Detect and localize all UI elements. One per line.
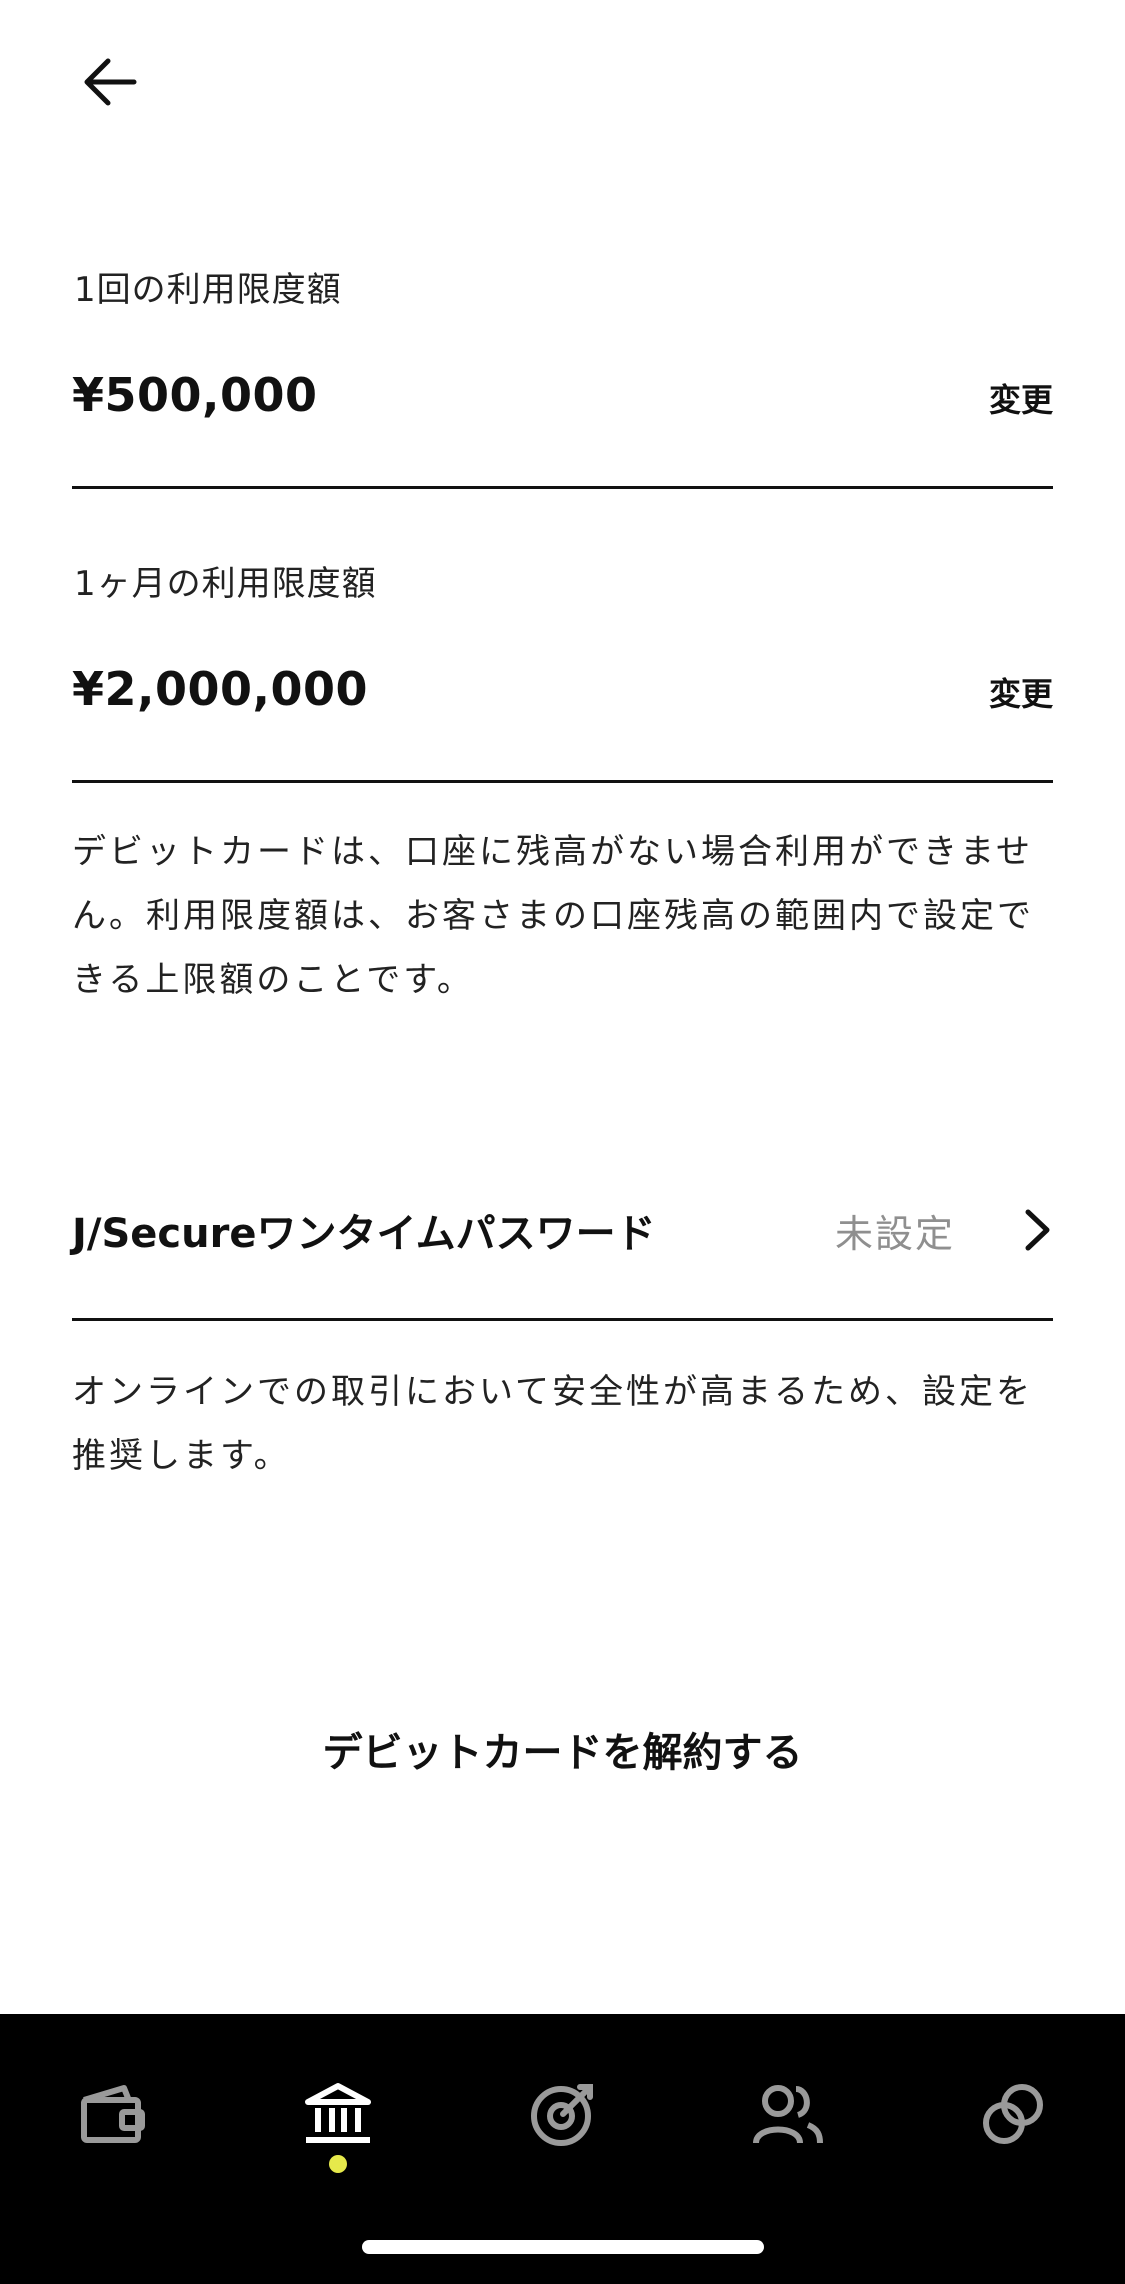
jsecure-otp-title: J/Secureワンタイムパスワード [72, 1211, 656, 1257]
bank-icon [305, 2083, 371, 2143]
divider [72, 1318, 1053, 1321]
per-use-limit-label: 1回の利用限度額 [74, 270, 342, 310]
per-use-change-button[interactable]: 変更 [989, 375, 1053, 421]
back-button[interactable] [72, 44, 148, 120]
tab-goals[interactable] [515, 2066, 611, 2162]
jsecure-otp-status: 未設定 [834, 1211, 955, 1256]
limit-note: デビットカードは、口座に残高がない場合利用ができません。利用限度額は、お客さまの… [72, 832, 1034, 1000]
wallet-icon [81, 2085, 145, 2143]
link-icon [983, 2084, 1043, 2144]
per-month-limit-amount: ¥2,000,000 [72, 662, 369, 716]
home-indicator[interactable] [362, 2240, 764, 2254]
jsecure-note: オンラインでの取引において安全性が高まるため、設定を推奨します。 [72, 1372, 1033, 1476]
active-tab-indicator [329, 2155, 347, 2173]
divider [72, 486, 1053, 489]
people-icon [753, 2085, 823, 2144]
tab-people[interactable] [740, 2066, 836, 2162]
jsecure-otp-row[interactable]: J/Secureワンタイムパスワード 未設定 [72, 1180, 1053, 1280]
tab-wallet[interactable] [65, 2066, 161, 2162]
arrow-left-icon [84, 58, 137, 106]
chevron-right-icon [1013, 1200, 1053, 1260]
per-use-limit-amount: ¥500,000 [72, 368, 318, 422]
cancel-debit-card-button[interactable]: デビットカードを解約する [0, 1720, 1125, 1778]
tab-link[interactable] [965, 2066, 1061, 2162]
tab-bank[interactable] [290, 2066, 386, 2162]
per-month-limit-label: 1ヶ月の利用限度額 [74, 564, 377, 604]
per-month-change-button[interactable]: 変更 [989, 669, 1053, 715]
debit-card-limit-screen: 1回の利用限度額 ¥500,000 変更 1ヶ月の利用限度額 ¥2,000,00… [0, 0, 1125, 2284]
target-icon [531, 2084, 593, 2146]
divider [72, 780, 1053, 783]
